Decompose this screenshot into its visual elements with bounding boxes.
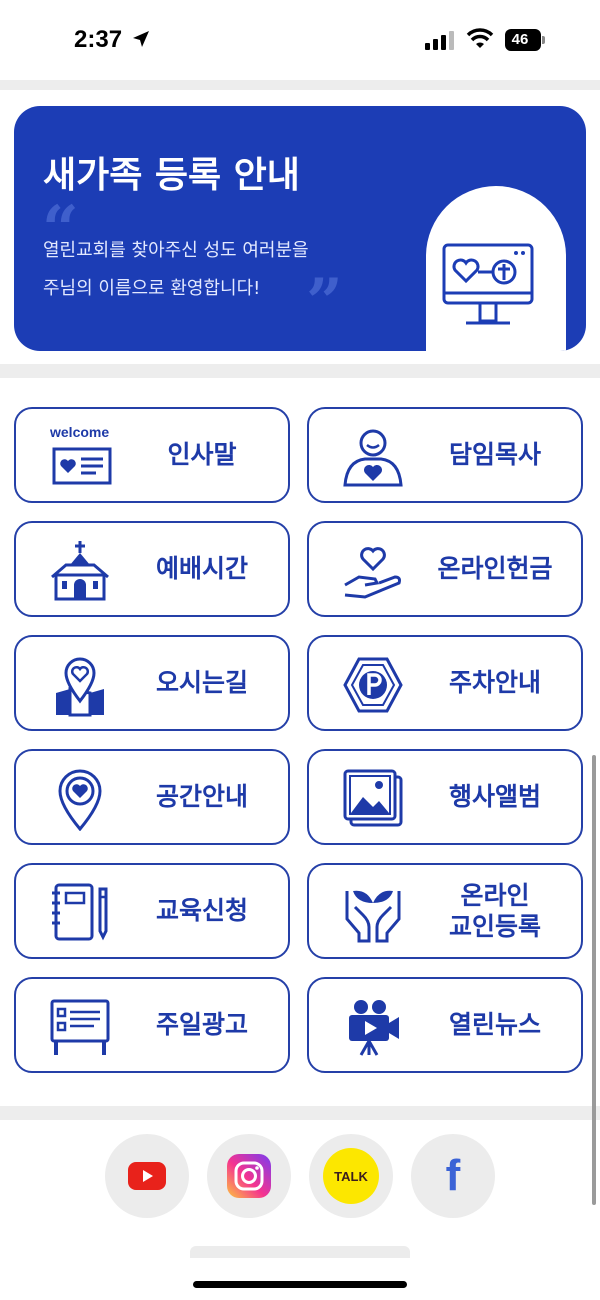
home-indicator[interactable] <box>193 1281 407 1288</box>
offering-hand-icon <box>344 547 401 599</box>
welcome-card-icon <box>52 447 112 485</box>
facebook-icon: f <box>445 1151 461 1200</box>
parking-icon <box>343 657 403 713</box>
banner-arch <box>426 186 566 351</box>
partial-footer-bar <box>190 1246 410 1258</box>
status-time: 2:37 <box>74 26 123 53</box>
menu-label-parking: 주차안내 <box>448 668 541 698</box>
wifi-icon <box>466 28 494 48</box>
menu-parking[interactable]: 주차안내 <box>307 635 583 731</box>
battery-level: 46 <box>511 31 529 48</box>
instagram-button[interactable] <box>207 1134 291 1218</box>
status-bar: 2:37 46 <box>0 0 600 80</box>
menu-sunday-announcements[interactable]: 주일광고 <box>14 977 290 1073</box>
menu-label-education-application: 교육신청 <box>155 896 248 926</box>
menu-education-application[interactable]: 교육신청 <box>14 863 290 959</box>
banner-line-2: 주님의 이름으로 환영합니다! <box>43 278 261 299</box>
menu-label-space-guide: 공간안내 <box>155 782 248 812</box>
kakaotalk-button[interactable]: TALK <box>309 1134 393 1218</box>
banner-title: 새가족 등록 안내 <box>43 155 300 196</box>
banner-line-1: 열린교회를 찾아주신 성도 여러분을 <box>43 240 309 261</box>
menu-label-online-member-registration-text: 온라인 교인등록 <box>448 880 541 941</box>
kakaotalk-text: TALK <box>334 1168 368 1184</box>
video-camera-icon <box>349 1000 399 1056</box>
menu-event-album[interactable]: 행사앨범 <box>307 749 583 845</box>
cellular-signal-icon <box>425 31 454 50</box>
instagram-icon <box>227 1154 271 1198</box>
battery-indicator: 46 <box>505 29 541 51</box>
notice-board-icon <box>50 999 110 1055</box>
hands-plant-icon <box>345 890 401 943</box>
menu-worship-times[interactable]: 예배시간 <box>14 521 290 617</box>
menu-open-news[interactable]: 열린뉴스 <box>307 977 583 1073</box>
top-divider <box>0 80 600 90</box>
menu-label-pastor: 담임목사 <box>448 440 541 470</box>
facebook-button[interactable]: f <box>411 1134 495 1218</box>
youtube-button[interactable] <box>105 1134 189 1218</box>
menu-label-online-offering: 온라인헌금 <box>437 554 553 584</box>
menu-online-offering[interactable]: 온라인헌금 <box>307 521 583 617</box>
pastor-icon <box>343 429 403 487</box>
menu-label-open-news: 열린뉴스 <box>448 1010 541 1040</box>
monitor-heart-cross-icon <box>442 243 534 325</box>
location-heart-icon <box>58 769 102 831</box>
new-family-banner[interactable]: 새가족 등록 안내 “ 열린교회를 찾아주신 성도 여러분을 주님의 이름으로 … <box>14 106 586 351</box>
youtube-icon <box>128 1162 166 1190</box>
menu-greeting[interactable]: welcome 인사말 <box>14 407 290 503</box>
church-icon <box>51 541 109 601</box>
menu-label-directions: 오시는길 <box>155 668 248 698</box>
menu-label-online-member-registration: 온라인 교인등록 <box>419 865 571 957</box>
map-pin-icon <box>56 657 104 717</box>
menu-label-worship-times: 예배시간 <box>155 554 248 584</box>
bottom-divider <box>0 1106 600 1120</box>
notebook-pencil-icon <box>52 883 108 941</box>
close-quote-mark: ” <box>306 265 343 340</box>
mid-divider <box>0 364 600 378</box>
menu-label-greeting: 인사말 <box>167 440 237 470</box>
menu-pastor[interactable]: 담임목사 <box>307 407 583 503</box>
battery-tip <box>542 36 545 44</box>
location-arrow-icon <box>133 31 149 47</box>
menu-directions[interactable]: 오시는길 <box>14 635 290 731</box>
menu-label-event-album: 행사앨범 <box>448 782 541 812</box>
photo-album-icon <box>343 769 403 827</box>
scrollbar[interactable] <box>592 755 596 1205</box>
kakaotalk-icon: TALK <box>323 1148 379 1204</box>
menu-space-guide[interactable]: 공간안내 <box>14 749 290 845</box>
menu-online-member-registration[interactable]: 온라인 교인등록 <box>307 863 583 959</box>
menu-label-sunday-announcements: 주일광고 <box>155 1010 248 1040</box>
